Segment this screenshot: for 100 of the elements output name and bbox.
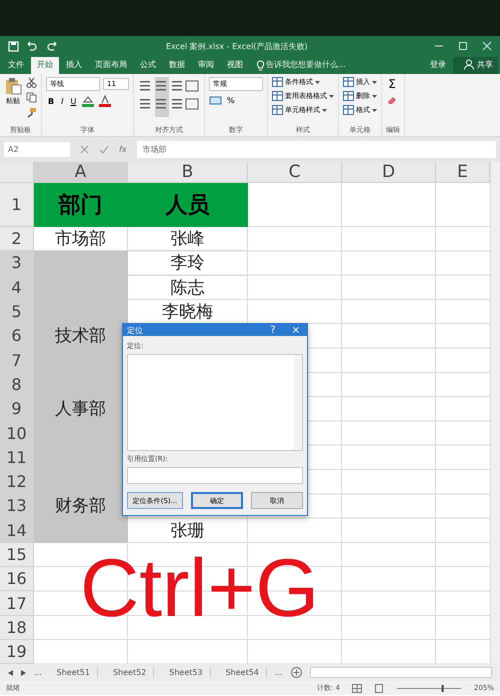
row-header[interactable]: 14 bbox=[0, 518, 34, 543]
page-layout-icon[interactable] bbox=[374, 684, 384, 692]
caret-icon bbox=[322, 108, 327, 112]
column-header[interactable]: B bbox=[128, 162, 248, 183]
row-header[interactable]: 15 bbox=[0, 542, 34, 568]
sheet-tab[interactable]: Sheet54 bbox=[218, 667, 267, 678]
alignment-icons-drawing[interactable] bbox=[138, 77, 200, 117]
sign-in-link[interactable]: 登录 bbox=[424, 57, 452, 74]
row-header[interactable]: 16 bbox=[0, 567, 34, 592]
row-header[interactable]: 6 bbox=[0, 324, 34, 348]
row-header[interactable]: 12 bbox=[0, 470, 34, 494]
table-icon bbox=[272, 91, 283, 101]
sheet-tab[interactable]: Sheet52 bbox=[106, 667, 154, 678]
ribbon-tab[interactable]: 视图 bbox=[221, 57, 249, 74]
save-icon[interactable] bbox=[8, 40, 19, 52]
cut-icon[interactable] bbox=[26, 77, 37, 88]
formula-field[interactable]: 市场部 bbox=[136, 141, 496, 158]
ribbon-tab[interactable]: 页面布局 bbox=[89, 57, 133, 74]
row-header[interactable]: 2 bbox=[0, 227, 34, 252]
help-button[interactable]: ? bbox=[267, 324, 279, 336]
scrollbar[interactable] bbox=[294, 355, 302, 450]
fill-color-icon[interactable] bbox=[81, 95, 96, 107]
table-icon bbox=[343, 105, 354, 115]
ribbon-tab[interactable]: 数据 bbox=[163, 57, 191, 74]
row-header[interactable]: 4 bbox=[0, 276, 34, 300]
cancel-icon[interactable] bbox=[80, 145, 89, 154]
row-header[interactable]: 5 bbox=[0, 300, 34, 324]
ribbon-tab[interactable]: 开始 bbox=[31, 57, 59, 74]
table-cell: 张峰 bbox=[128, 227, 248, 252]
lightbulb-icon bbox=[256, 60, 265, 70]
font-style-button[interactable]: I bbox=[59, 96, 66, 106]
table-icon bbox=[343, 91, 354, 101]
ribbon-tab[interactable]: 插入 bbox=[60, 57, 88, 74]
column-header[interactable]: E bbox=[436, 162, 490, 183]
caret-icon bbox=[372, 94, 377, 98]
table-icon bbox=[343, 77, 354, 87]
row-header[interactable]: 9 bbox=[0, 397, 34, 422]
row-header[interactable]: 7 bbox=[0, 348, 34, 373]
table-icon bbox=[272, 77, 283, 87]
currency-icon[interactable] bbox=[209, 95, 222, 106]
normal-view-icon[interactable] bbox=[352, 684, 362, 692]
autosum-button[interactable]: Σ bbox=[386, 77, 398, 91]
row-header[interactable]: 17 bbox=[0, 591, 34, 616]
name-box[interactable]: A2 bbox=[4, 142, 70, 157]
undo-icon[interactable] bbox=[25, 41, 39, 51]
table-cell: 陈志 bbox=[128, 276, 248, 300]
font-color-icon[interactable] bbox=[98, 95, 112, 107]
percent-button[interactable]: % bbox=[225, 96, 237, 105]
caret-icon bbox=[372, 80, 377, 84]
copy-icon[interactable] bbox=[26, 92, 37, 103]
table-cell: 财务部 bbox=[34, 494, 128, 519]
reference-field[interactable] bbox=[127, 467, 303, 484]
row-header[interactable]: 19 bbox=[0, 640, 34, 664]
eraser-icon[interactable] bbox=[386, 95, 398, 105]
caret-icon bbox=[329, 94, 334, 98]
ribbon-tab[interactable]: 审阅 bbox=[192, 57, 220, 74]
scroll-right-icon[interactable] bbox=[21, 670, 26, 676]
ribbon-tab[interactable]: 文件 bbox=[2, 57, 30, 74]
table-cell: 张珊 bbox=[128, 518, 248, 543]
caret-icon bbox=[372, 108, 377, 112]
add-sheet-icon[interactable] bbox=[290, 667, 302, 678]
table-icon bbox=[272, 105, 283, 115]
scroll-left-icon[interactable] bbox=[8, 670, 13, 676]
column-header[interactable]: C bbox=[248, 162, 342, 183]
function-label[interactable]: fx bbox=[119, 145, 127, 154]
row-header[interactable]: 1 bbox=[0, 183, 34, 227]
font-style-button[interactable]: B bbox=[46, 96, 56, 106]
close-button[interactable]: × bbox=[288, 324, 303, 336]
maximize-icon[interactable] bbox=[458, 41, 468, 51]
close-icon[interactable] bbox=[482, 41, 492, 51]
horizontal-scrollbar[interactable] bbox=[310, 667, 492, 678]
font-style-button[interactable]: U bbox=[68, 96, 78, 106]
row-header[interactable]: 18 bbox=[0, 616, 34, 640]
row-header[interactable]: 10 bbox=[0, 421, 34, 446]
redo-icon[interactable] bbox=[45, 41, 59, 51]
table-cell: 李玲 bbox=[128, 251, 248, 276]
format-painter-icon[interactable] bbox=[26, 107, 37, 118]
ribbon-tab[interactable]: 公式 bbox=[134, 57, 162, 74]
zoom-slider[interactable] bbox=[396, 684, 462, 692]
row-header[interactable]: 3 bbox=[0, 251, 34, 276]
dialog-title: 定位 bbox=[127, 324, 143, 336]
column-header[interactable]: A bbox=[34, 162, 128, 183]
check-icon[interactable] bbox=[99, 145, 109, 154]
row-header[interactable]: 11 bbox=[0, 446, 34, 470]
table-cell: 部门 bbox=[34, 183, 128, 227]
more-sheets[interactable]: ... bbox=[34, 668, 42, 677]
column-header[interactable]: D bbox=[342, 162, 436, 183]
more-sheets[interactable]: ... bbox=[274, 668, 283, 677]
sheet-tab[interactable]: Sheet51 bbox=[50, 667, 98, 678]
row-header[interactable]: 8 bbox=[0, 372, 34, 398]
clipboard-icon bbox=[4, 77, 22, 95]
caret-icon bbox=[315, 80, 320, 84]
sheet-tab[interactable]: Sheet53 bbox=[162, 667, 211, 678]
share-button[interactable]: 共享 bbox=[453, 57, 498, 74]
window-title: Excel 案例.xlsx - Excel(产品激活失败) bbox=[166, 40, 309, 52]
tell-me-search[interactable]: 告诉我您想要做什么... bbox=[266, 59, 346, 74]
table-cell: 人员 bbox=[128, 183, 248, 227]
shortcut-caption: Ctrl+G bbox=[80, 548, 320, 630]
row-header[interactable]: 13 bbox=[0, 494, 34, 519]
scrollbar[interactable] bbox=[490, 162, 500, 664]
